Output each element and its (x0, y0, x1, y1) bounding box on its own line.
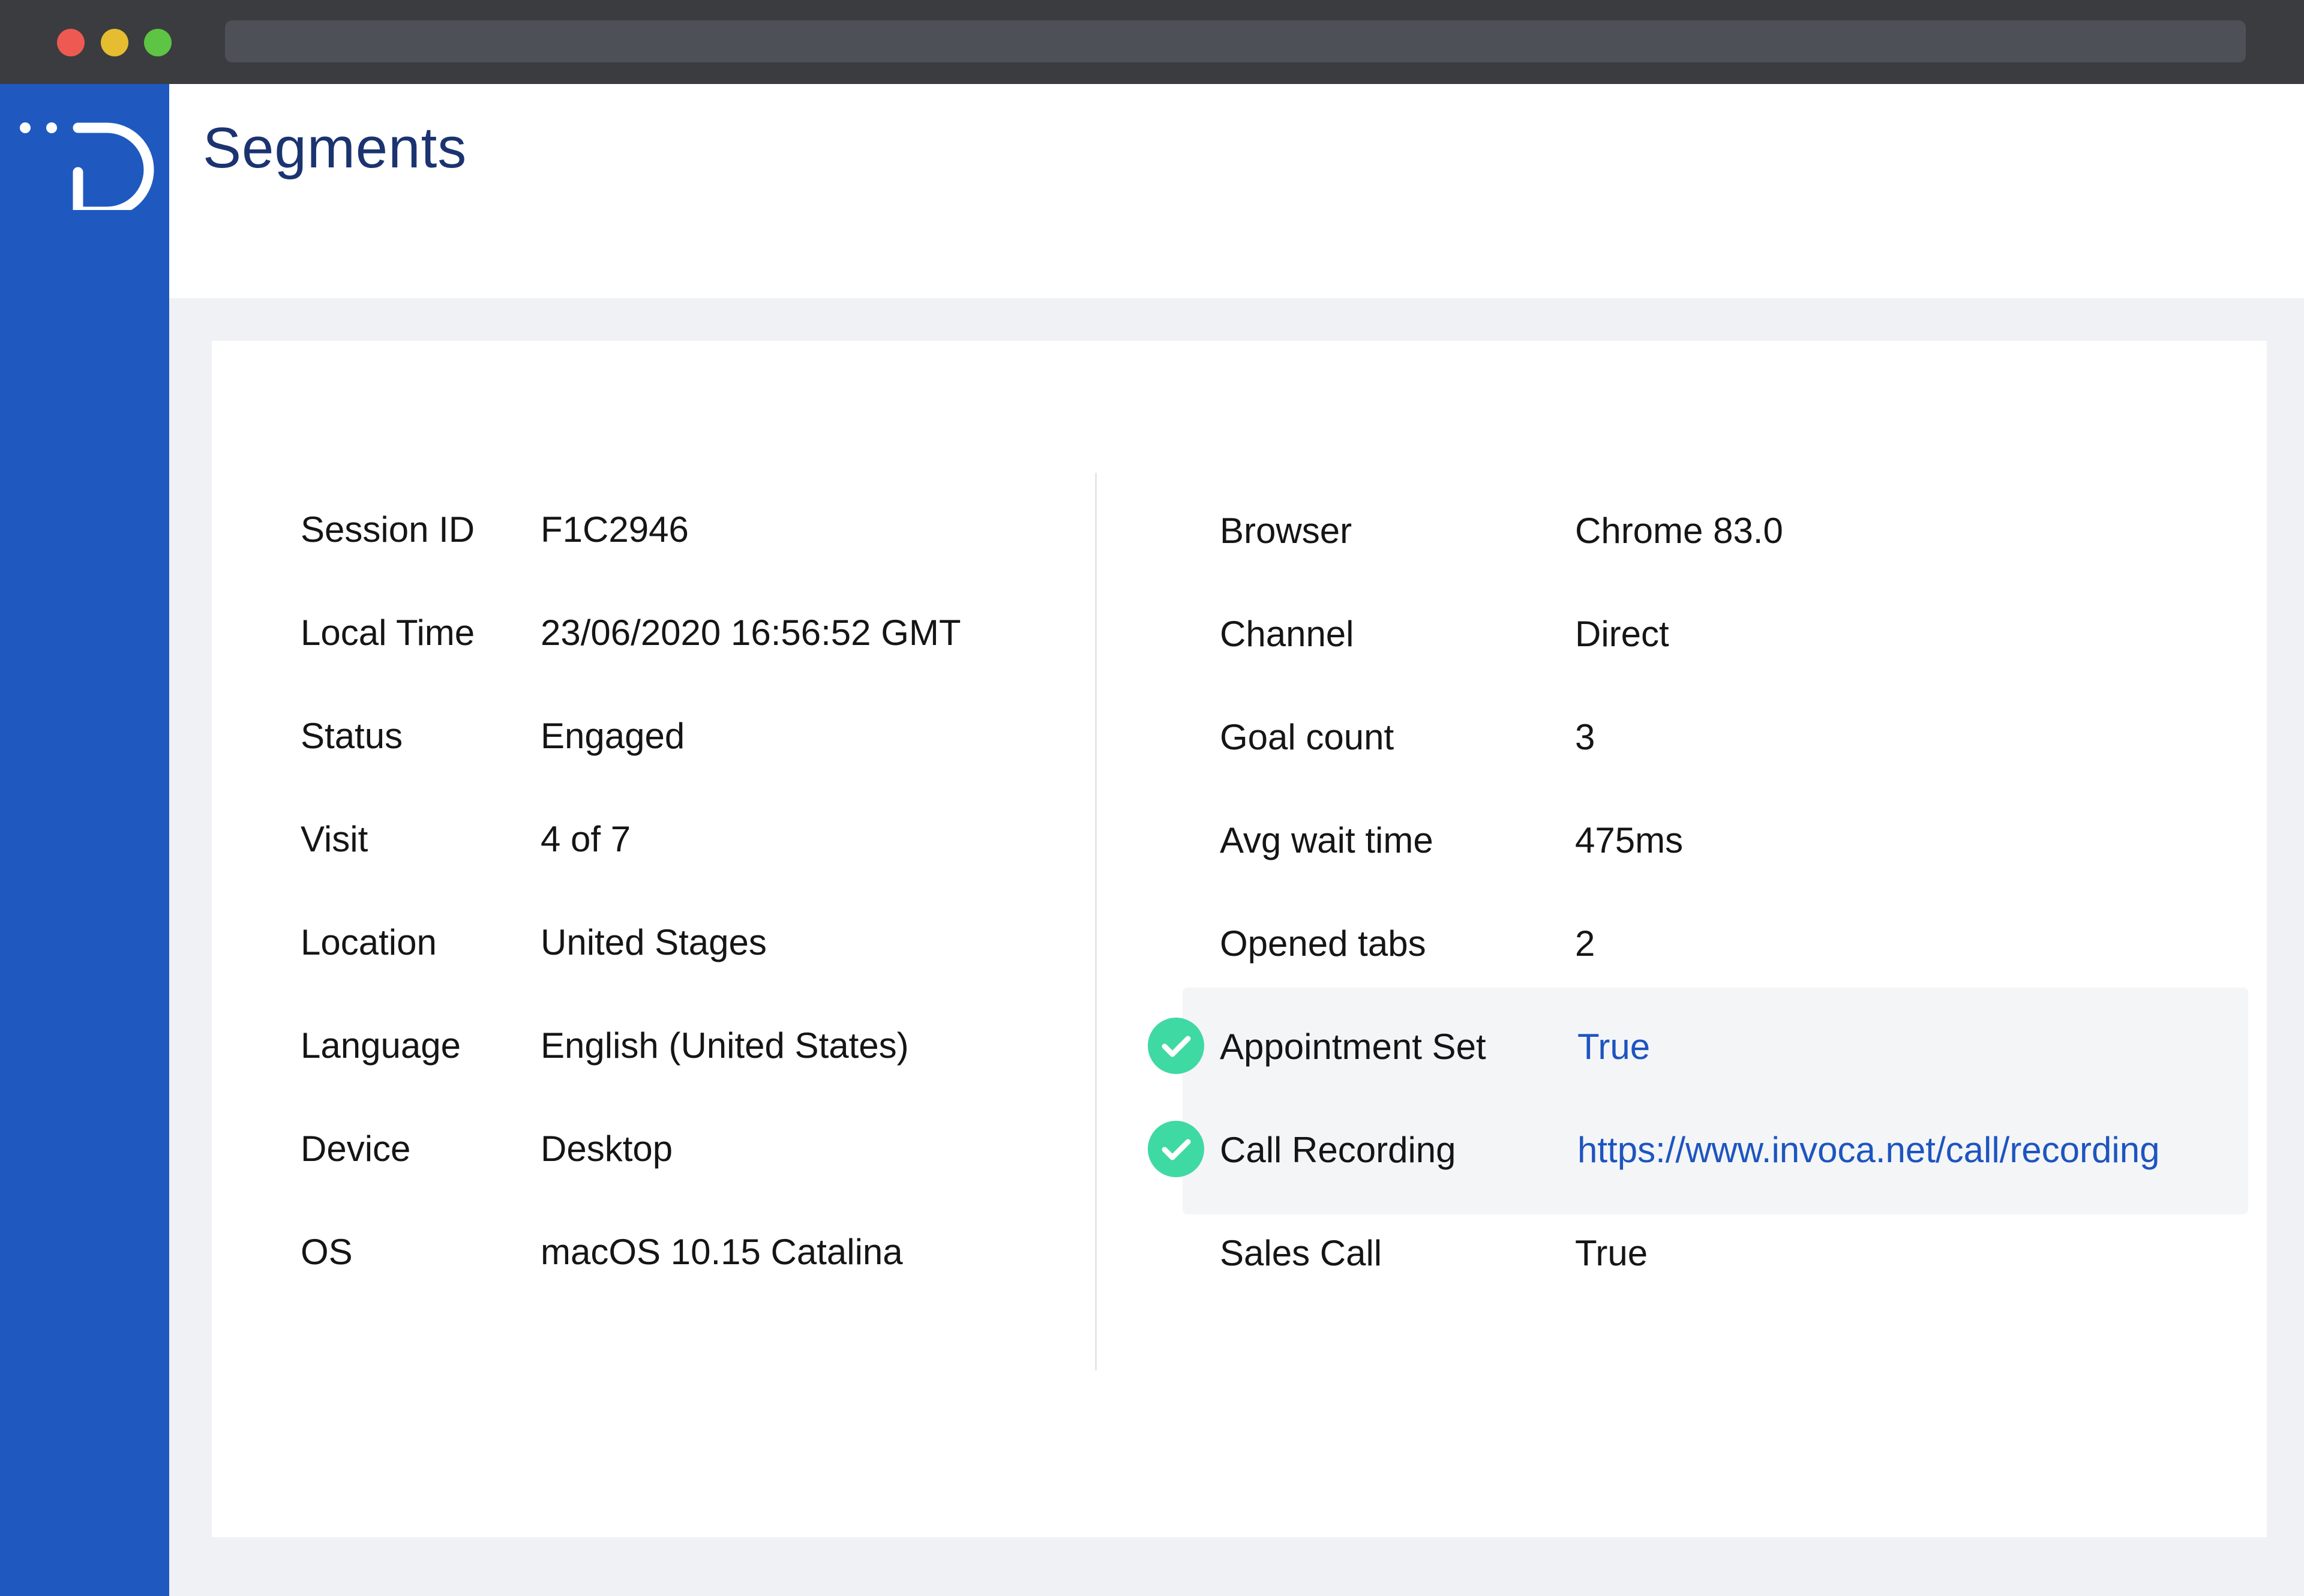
check-circle-icon (1148, 1018, 1204, 1074)
detail-value: Direct (1575, 614, 1669, 654)
detail-label: Location (301, 922, 437, 962)
detail-value: 3 (1575, 717, 1595, 757)
detail-label: Device (301, 1129, 411, 1169)
detail-label: Sales Call (1220, 1233, 1382, 1273)
session-details-card: Session ID F1C2946 Local Time 23/06/2020… (212, 341, 2267, 1537)
highlighted-rows (1183, 988, 2248, 1214)
detail-value: Chrome 83.0 (1575, 511, 1783, 551)
detail-label: Status (301, 716, 403, 756)
detail-label: Appointment Set (1220, 1027, 1486, 1067)
detail-value: F1C2946 (541, 509, 689, 550)
detail-label: Goal count (1220, 717, 1394, 757)
detail-value: English (United States) (541, 1025, 909, 1066)
column-divider (1095, 473, 1097, 1370)
detail-value: United Stages (541, 922, 767, 962)
detail-label: OS (301, 1232, 353, 1272)
page-header: Segments (169, 84, 2304, 298)
detail-value: 23/06/2020 16:56:52 GMT (541, 613, 961, 653)
check-circle-icon (1148, 1121, 1204, 1177)
detail-value: 2 (1575, 923, 1595, 964)
detail-value: Desktop (541, 1129, 673, 1169)
detail-label: Visit (301, 819, 368, 859)
detail-value: Engaged (541, 716, 685, 756)
detail-label: Call Recording (1220, 1130, 1456, 1170)
detail-value: 475ms (1575, 820, 1684, 860)
app-window: Segments Session ID F1C2946 Local Time 2… (0, 0, 2304, 1596)
detail-value: macOS 10.15 Catalina (541, 1232, 903, 1272)
title-bar (0, 0, 2304, 84)
detail-label: Browser (1220, 511, 1352, 551)
detail-label: Avg wait time (1220, 820, 1433, 860)
d-logo-icon[interactable] (17, 102, 173, 210)
detail-label: Opened tabs (1220, 923, 1426, 964)
detail-label: Session ID (301, 509, 475, 550)
detail-value: True (1575, 1233, 1648, 1273)
address-bar[interactable] (225, 20, 2246, 62)
detail-label: Local Time (301, 613, 475, 653)
sidebar (0, 84, 169, 1596)
detail-label: Channel (1220, 614, 1354, 654)
detail-value: 4 of 7 (541, 819, 631, 859)
detail-label: Language (301, 1025, 461, 1066)
page-title: Segments (203, 116, 467, 180)
maximize-button[interactable] (144, 29, 172, 56)
minimize-button[interactable] (101, 29, 128, 56)
appointment-set-link[interactable]: True (1577, 1026, 1650, 1067)
call-recording-link[interactable]: https://www.invoca.net/call/recording (1577, 1129, 2159, 1171)
close-button[interactable] (57, 29, 85, 56)
